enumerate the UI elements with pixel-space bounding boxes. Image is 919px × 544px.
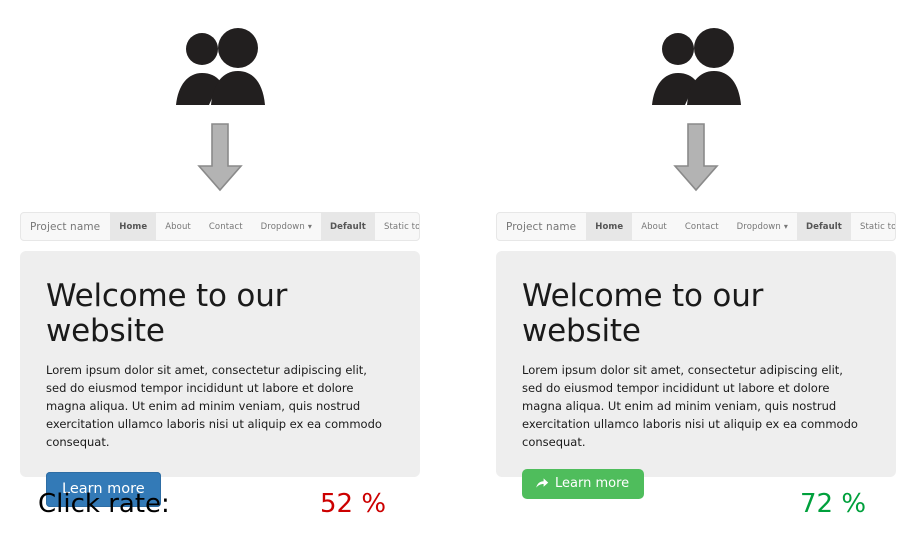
variant-b: Project name Home About Contact Dropdown…	[496, 0, 896, 544]
people-icon	[170, 28, 270, 106]
nav-item-label: Home	[595, 221, 624, 232]
chevron-down-icon: ▾	[307, 221, 312, 231]
chevron-down-icon: ▾	[783, 221, 788, 231]
hero-body: Lorem ipsum dolor sit amet, consectetur …	[46, 363, 382, 449]
hero-title: Welcome to our website	[522, 278, 764, 349]
click-rate-variant-b: 72 %	[800, 489, 867, 519]
variant-a: Project name Home About Contact Dropdown…	[20, 0, 420, 544]
nav-item-label: About	[641, 221, 667, 232]
hero-panel: Welcome to our website Lorem ipsum dolor…	[20, 251, 420, 507]
nav-item-label: Contact	[684, 221, 719, 232]
nav-item-label: Dropdown	[260, 221, 305, 232]
nav-item-label: About	[165, 221, 191, 232]
nav-item-label: Static top	[859, 221, 896, 232]
navbar-items: Home About Contact Dropdown ▾ Default St…	[586, 213, 896, 240]
nav-item-about[interactable]: About	[632, 213, 676, 240]
hero-title: Welcome to our website	[46, 278, 288, 349]
nav-item-home[interactable]: Home	[110, 213, 157, 240]
nav-item-about[interactable]: About	[156, 213, 200, 240]
nav-item-label: Static top	[383, 221, 420, 232]
nav-item-label: Home	[119, 221, 148, 232]
nav-item-default[interactable]: Default	[320, 213, 375, 240]
browser-mock-a: Project name Home About Contact Dropdown…	[20, 212, 420, 507]
nav-item-default[interactable]: Default	[796, 213, 851, 240]
nav-item-label: Dropdown	[736, 221, 781, 232]
navbar-brand[interactable]: Project name	[21, 213, 110, 240]
nav-item-dropdown[interactable]: Dropdown ▾	[252, 213, 321, 240]
nav-item-dropdown[interactable]: Dropdown ▾	[728, 213, 797, 240]
hero-panel: Welcome to our website Lorem ipsum dolor…	[496, 251, 896, 499]
navbar-items: Home About Contact Dropdown ▾ Default St…	[110, 213, 420, 240]
navbar: Project name Home About Contact Dropdown…	[20, 212, 420, 241]
nav-item-label: Contact	[208, 221, 243, 232]
navbar-brand[interactable]: Project name	[497, 213, 586, 240]
people-icon	[646, 28, 746, 106]
down-arrow-icon	[673, 122, 719, 192]
nav-item-contact[interactable]: Contact	[676, 213, 728, 240]
browser-mock-b: Project name Home About Contact Dropdown…	[496, 212, 896, 499]
nav-item-contact[interactable]: Contact	[200, 213, 252, 240]
learn-more-button[interactable]: Learn more	[522, 468, 645, 499]
navbar: Project name Home About Contact Dropdown…	[496, 212, 896, 241]
nav-item-static-top[interactable]: Static top	[375, 213, 420, 240]
nav-item-home[interactable]: Home	[586, 213, 633, 240]
metric-label: Click rate:	[38, 489, 170, 519]
nav-item-static-top[interactable]: Static top	[851, 213, 896, 240]
down-arrow-icon	[197, 122, 243, 192]
nav-item-label: Default	[805, 221, 842, 232]
hero-body: Lorem ipsum dolor sit amet, consectetur …	[522, 363, 858, 449]
click-rate-variant-a: 52 %	[320, 489, 387, 519]
nav-item-label: Default	[329, 221, 366, 232]
arrow-share-icon	[535, 476, 549, 490]
learn-more-label: Learn more	[555, 475, 630, 491]
comparison-stage: Project name Home About Contact Dropdown…	[0, 0, 919, 544]
